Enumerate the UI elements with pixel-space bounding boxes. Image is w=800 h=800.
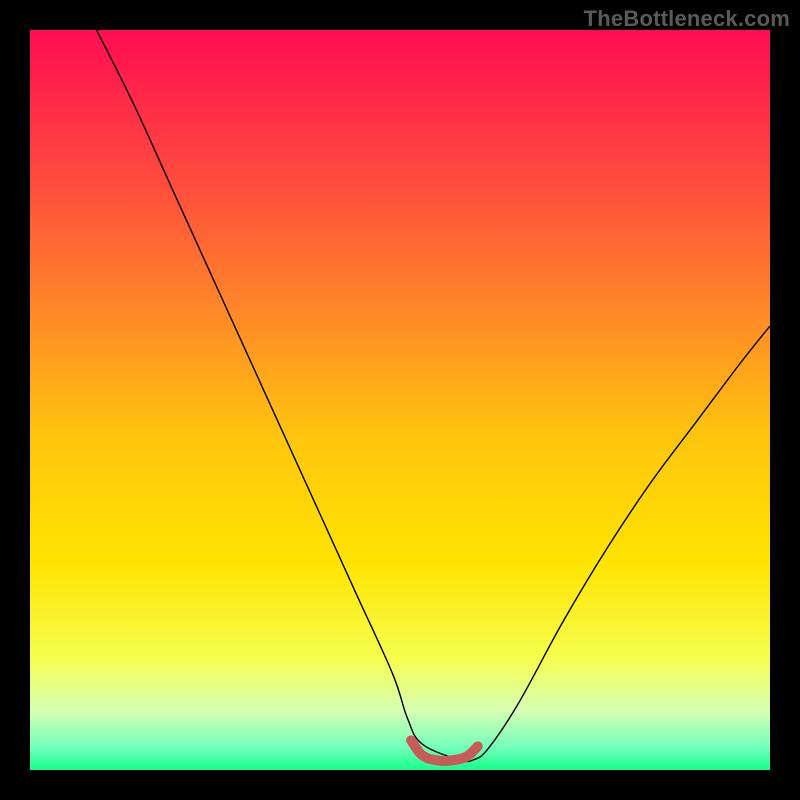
plot-area [30,30,770,770]
watermark-label: TheBottleneck.com [584,6,790,32]
gradient-background [30,30,770,770]
chart-stage: TheBottleneck.com [0,0,800,800]
plot-svg [30,30,770,770]
